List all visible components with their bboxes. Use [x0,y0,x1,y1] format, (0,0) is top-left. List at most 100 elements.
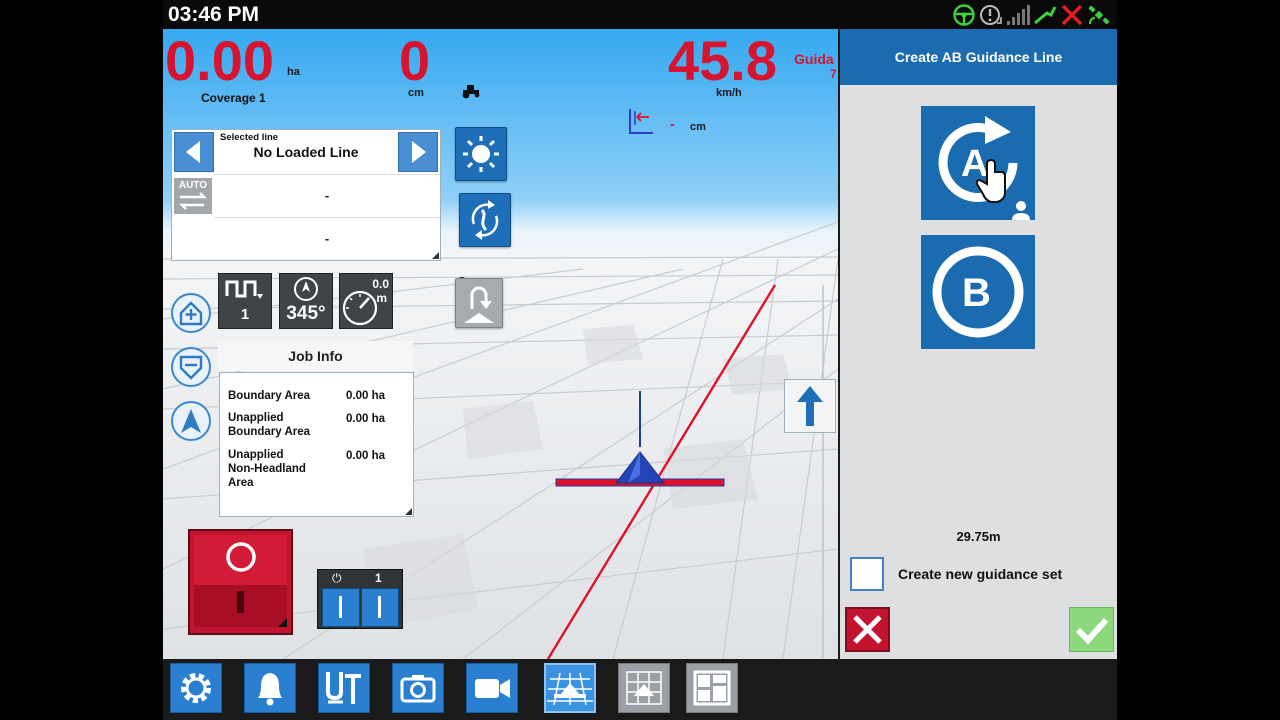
settings-button[interactable] [170,663,222,713]
job-row-value: 0.00 ha [346,390,385,402]
selected-line-caption: Selected line [220,132,279,143]
resize-corner[interactable] [432,252,439,259]
chevron-right-icon [412,141,426,163]
job-row-label: Unapplied Boundary Area [228,411,310,439]
screenshot-button[interactable] [392,663,444,713]
chevron-left-icon [186,141,200,163]
home-plus-icon [179,301,203,326]
job-value: 0.00 [346,450,369,462]
alert-icon [979,3,1003,27]
job-unit: ha [371,413,386,425]
bell-icon [258,673,282,706]
line-info-row-2: - [214,217,440,260]
status-bar: 03:46 PM [163,0,1117,29]
job-label-line: Boundary Area [228,390,311,402]
sections-tile[interactable]: 1 [218,273,272,329]
set-point-b-button[interactable]: B [921,235,1035,349]
new-guidance-set-checkbox[interactable] [850,557,884,591]
xtrack-icon [627,107,655,135]
job-unit: ha [371,450,386,462]
panel-title: Create AB Guidance Line [840,29,1117,85]
point-b-icon: B [932,246,1024,338]
guidance-view-button[interactable] [544,663,596,713]
point-a-icon: A [938,116,1032,220]
heading-tile[interactable]: 345° [279,273,333,329]
coverage-unit: ha [287,66,300,78]
job-value: 0.00 [346,413,369,425]
dial-unit: m [376,291,387,305]
navigation-view-button[interactable] [171,401,211,441]
job-unit: ha [371,390,386,402]
brightness-button[interactable] [455,127,507,181]
dial-value: 0.0 [372,277,389,291]
job-row-value: 0.00 ha [346,413,385,425]
map-grid-icon [626,671,662,705]
close-icon [853,615,882,644]
power-switch-icon [194,535,287,627]
power-icon: ⏻ [332,571,342,585]
map-view-button[interactable] [618,663,670,713]
tractor-icon [461,83,483,99]
section-switch-panel[interactable]: ⏻ 1 [317,569,403,629]
job-info-panel: Boundary Area 0.00 ha Unapplied Boundary … [219,372,414,517]
point-a-label: A [961,143,988,185]
speed-unit: km/h [716,87,742,99]
job-row-label: Boundary Area [228,389,310,403]
alarms-button[interactable] [244,663,296,713]
video-camera-icon [475,679,510,698]
status-icons [952,2,1111,27]
distance-dial-tile[interactable]: 0.0 m [339,273,393,329]
auto-switch-button[interactable]: AUTO [174,178,212,214]
video-camera-button[interactable] [466,663,518,713]
job-label-line: Non-Headland [228,463,306,475]
confirm-button[interactable] [1069,607,1114,652]
job-row-label: Unapplied Non-Headland Area [228,448,306,490]
no-connection-icon [1060,3,1084,27]
swap-arrows-icon [179,192,207,210]
xtrack-unit: cm [690,121,706,133]
gear-icon [181,673,211,703]
section-switch-2[interactable] [361,588,399,627]
clock: 03:46 PM [168,3,260,26]
layout-icon [693,670,731,706]
section-control-icon [225,280,263,299]
u-turn-button[interactable] [455,278,503,328]
navigation-arrow-icon [181,409,201,433]
set-point-a-button[interactable]: A [921,106,1035,220]
speed-readout: 45.8 [668,29,777,92]
xtrack-value: - [670,116,675,132]
zoom-in-button[interactable] [171,293,211,333]
line-info-row-1: - [214,174,440,217]
nudge-up-button[interactable] [784,379,836,433]
job-row-value: 0.00 ha [346,450,385,462]
satellite-icon [1087,3,1111,27]
ut-icon [326,672,361,704]
universal-terminal-button[interactable] [318,663,370,713]
guidance-mode-button[interactable] [459,193,511,247]
cancel-button[interactable] [845,607,890,652]
heading-value: 345° [286,303,326,324]
point-b-label: B [962,271,991,315]
terminal-screen: 03:46 PM 0.00 ha Coverage 1 0 cm 45.8 km… [163,0,1117,720]
section-count: 1 [240,306,250,323]
resize-corner[interactable] [405,508,412,515]
checkmark-icon [1075,617,1109,645]
job-label-line: Boundary Area [228,426,311,438]
guidance-label-partial: Guida [794,51,834,67]
job-label-line: Unapplied [228,412,284,424]
section-switch-count: 1 [375,571,382,585]
signal-bars-icon [1006,3,1030,27]
previous-line-button[interactable] [174,132,214,172]
section-switch-1[interactable] [322,588,360,627]
zoom-out-button[interactable] [171,347,211,387]
compass-icon [294,277,318,301]
master-switch-button[interactable] [188,529,293,635]
layout-button[interactable] [686,663,738,713]
line-distance: 29.75m [956,529,1001,544]
guidance-value-partial: 7 [830,67,837,81]
home-down-icon [179,355,203,380]
next-line-button[interactable] [398,132,438,172]
curve-guidance-icon [471,200,499,240]
coverage-readout: 0.00 [165,29,274,92]
guidance-map[interactable]: 0.00 ha Coverage 1 0 cm 45.8 km/h Guida … [163,29,838,659]
